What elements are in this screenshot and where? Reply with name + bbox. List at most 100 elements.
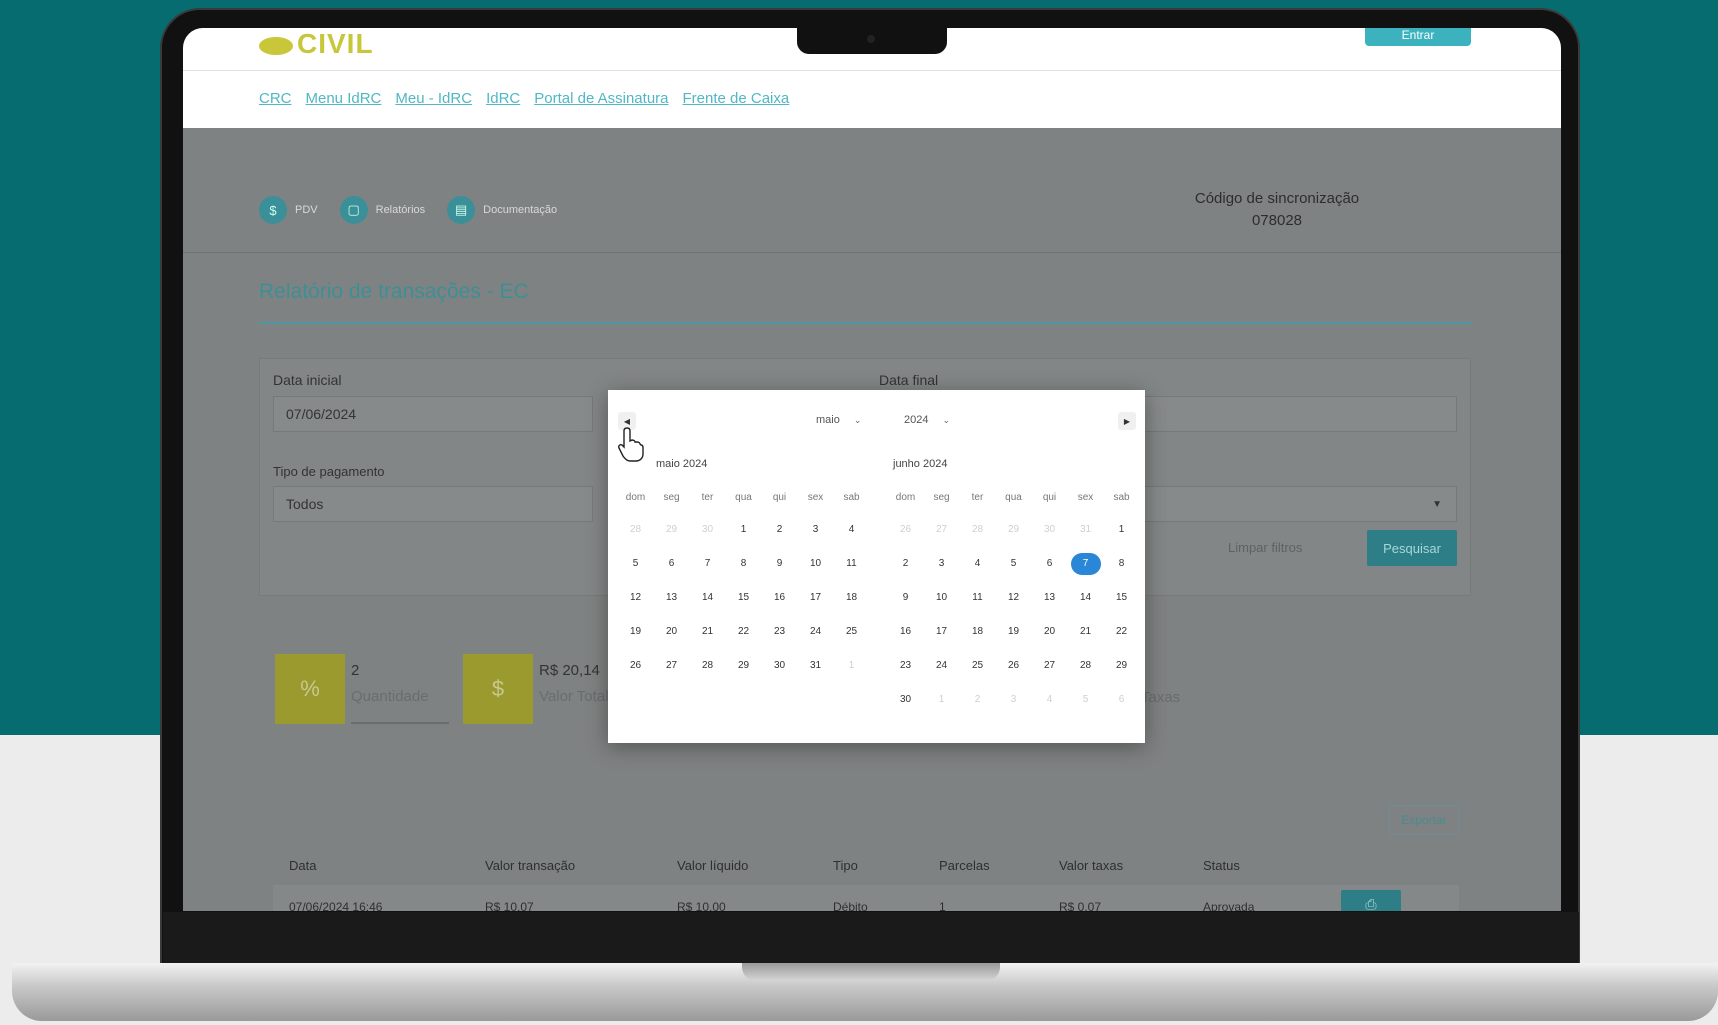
next-month-button[interactable]: ▶ <box>1118 412 1136 430</box>
calendar-day[interactable]: 30 <box>888 688 923 712</box>
calendar-day[interactable]: 12 <box>618 586 653 610</box>
calendar-day[interactable]: 8 <box>726 552 761 576</box>
calendar-day[interactable]: 14 <box>690 586 725 610</box>
calendar-day[interactable]: 11 <box>960 586 995 610</box>
clear-filters-link[interactable]: Limpar filtros <box>1228 540 1302 555</box>
page-divider <box>183 252 1561 253</box>
calendar-day[interactable]: 27 <box>654 654 689 678</box>
month-select[interactable]: maio ⌄ <box>816 414 861 426</box>
calendar-day[interactable]: 18 <box>960 620 995 644</box>
calendar-day[interactable]: 28 <box>1068 654 1103 678</box>
calendar-day[interactable]: 4 <box>960 552 995 576</box>
calendar-day[interactable]: 24 <box>924 654 959 678</box>
calendar-day[interactable]: 20 <box>1032 620 1067 644</box>
calendar-day[interactable]: 24 <box>798 620 833 644</box>
calendar-day[interactable]: 29 <box>726 654 761 678</box>
calendar-day-selected[interactable]: 7 <box>1068 552 1103 576</box>
calendar-day[interactable]: 2 <box>888 552 923 576</box>
calendar-day[interactable]: 25 <box>834 620 869 644</box>
calendar-day[interactable]: 23 <box>762 620 797 644</box>
enter-button[interactable]: Entrar <box>1365 28 1471 46</box>
nav-link-crc[interactable]: CRC <box>259 90 292 107</box>
calendar-day[interactable]: 9 <box>762 552 797 576</box>
calendar-day[interactable]: 10 <box>798 552 833 576</box>
calendar-day[interactable]: 25 <box>960 654 995 678</box>
calendar-day[interactable]: 28 <box>690 654 725 678</box>
calendar-day[interactable]: 30 <box>690 518 725 542</box>
calendar-day[interactable]: 15 <box>726 586 761 610</box>
subnav-item-relatorios[interactable]: ▢ Relatórios <box>339 196 425 224</box>
calendar-day[interactable]: 13 <box>654 586 689 610</box>
calendar-day[interactable]: 1 <box>1104 518 1139 542</box>
calendar-day[interactable]: 8 <box>1104 552 1139 576</box>
calendar-day[interactable]: 20 <box>654 620 689 644</box>
calendar-day[interactable]: 29 <box>1104 654 1139 678</box>
calendar-day[interactable]: 22 <box>726 620 761 644</box>
calendar-day[interactable]: 16 <box>888 620 923 644</box>
subnav-item-documentacao[interactable]: ▤ Documentação <box>447 196 557 224</box>
calendar-day[interactable]: 28 <box>960 518 995 542</box>
calendar-day[interactable]: 6 <box>1104 688 1139 712</box>
calendar-day[interactable]: 4 <box>1032 688 1067 712</box>
calendar-day[interactable]: 30 <box>1032 518 1067 542</box>
calendar-day[interactable]: 1 <box>924 688 959 712</box>
calendar-day[interactable]: 1 <box>834 654 869 678</box>
calendar-day[interactable]: 2 <box>762 518 797 542</box>
nav-link-frente-caixa[interactable]: Frente de Caixa <box>683 90 790 107</box>
calendar-day[interactable]: 21 <box>1068 620 1103 644</box>
calendar-day[interactable]: 7 <box>690 552 725 576</box>
calendar-day[interactable]: 26 <box>618 654 653 678</box>
start-date-input[interactable]: 07/06/2024 <box>273 396 593 432</box>
nav-link-menu-idrc[interactable]: Menu IdRC <box>306 90 382 107</box>
calendar-day[interactable]: 21 <box>690 620 725 644</box>
calendar-day[interactable]: 5 <box>996 552 1031 576</box>
calendar-day[interactable]: 29 <box>654 518 689 542</box>
calendar-day[interactable]: 23 <box>888 654 923 678</box>
calendar-day[interactable]: 14 <box>1068 586 1103 610</box>
subnav-item-pdv[interactable]: $ PDV <box>259 196 318 224</box>
calendar-day[interactable]: 5 <box>1068 688 1103 712</box>
calendar-day[interactable]: 17 <box>798 586 833 610</box>
calendar-day[interactable]: 5 <box>618 552 653 576</box>
calendar-day[interactable]: 27 <box>1032 654 1067 678</box>
calendar-day[interactable]: 6 <box>1032 552 1067 576</box>
calendar-day[interactable]: 26 <box>996 654 1031 678</box>
search-button[interactable]: Pesquisar <box>1367 530 1457 566</box>
calendar-day[interactable]: 4 <box>834 518 869 542</box>
calendar-day[interactable]: 19 <box>996 620 1031 644</box>
calendar-day[interactable]: 13 <box>1032 586 1067 610</box>
calendar-day[interactable]: 19 <box>618 620 653 644</box>
year-select[interactable]: 2024 ⌄ <box>904 414 950 426</box>
calendar-day[interactable]: 18 <box>834 586 869 610</box>
calendar-day[interactable]: 22 <box>1104 620 1139 644</box>
calendar-day[interactable]: 26 <box>888 518 923 542</box>
calendar-day[interactable]: 16 <box>762 586 797 610</box>
cell-type: Débito <box>833 900 868 911</box>
calendar-day[interactable]: 31 <box>798 654 833 678</box>
calendar-day[interactable]: 12 <box>996 586 1031 610</box>
calendar-day[interactable]: 3 <box>924 552 959 576</box>
calendar-day[interactable]: 30 <box>762 654 797 678</box>
calendar-day[interactable]: 11 <box>834 552 869 576</box>
nav-link-meu-idrc[interactable]: Meu - IdRC <box>395 90 472 107</box>
calendar-day[interactable]: 6 <box>654 552 689 576</box>
calendar-day[interactable]: 10 <box>924 586 959 610</box>
calendar-day[interactable]: 31 <box>1068 518 1103 542</box>
weekday-label: qui <box>1042 492 1057 503</box>
calendar-day[interactable]: 3 <box>996 688 1031 712</box>
print-button[interactable]: ⎙ <box>1341 890 1401 911</box>
calendar-day[interactable]: 15 <box>1104 586 1139 610</box>
calendar-day[interactable]: 17 <box>924 620 959 644</box>
calendar-day[interactable]: 28 <box>618 518 653 542</box>
calendar-day[interactable]: 2 <box>960 688 995 712</box>
export-button[interactable]: Exportar <box>1389 805 1459 835</box>
calendar-day[interactable]: 9 <box>888 586 923 610</box>
payment-type-select[interactable]: Todos <box>273 486 593 522</box>
calendar-day[interactable]: 29 <box>996 518 1031 542</box>
document-icon: ▤ <box>447 196 476 224</box>
nav-link-portal-assinatura[interactable]: Portal de Assinatura <box>534 90 668 107</box>
nav-link-idrc[interactable]: IdRC <box>486 90 520 107</box>
calendar-day[interactable]: 27 <box>924 518 959 542</box>
calendar-day[interactable]: 3 <box>798 518 833 542</box>
calendar-day[interactable]: 1 <box>726 518 761 542</box>
